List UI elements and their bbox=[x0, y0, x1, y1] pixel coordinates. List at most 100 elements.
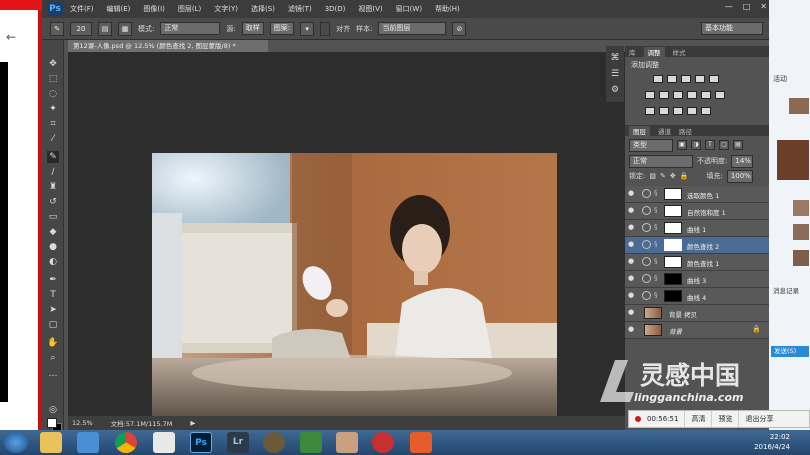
type-tool-icon[interactable]: T bbox=[47, 289, 59, 301]
quick-mask-icon[interactable]: ◎ bbox=[47, 404, 59, 416]
aligned-checkbox[interactable] bbox=[320, 21, 331, 36]
marquee-tool-icon[interactable]: ⬚ bbox=[47, 73, 59, 85]
photo-filter-icon[interactable] bbox=[687, 91, 697, 99]
mask-link-icon[interactable]: § bbox=[654, 274, 662, 282]
canvas-area[interactable] bbox=[68, 52, 625, 423]
exit-share-button[interactable]: 退出分享 bbox=[739, 411, 779, 427]
visibility-eye-icon[interactable]: ● bbox=[628, 274, 638, 282]
eraser-tool-icon[interactable]: ▭ bbox=[47, 211, 59, 223]
source-pattern-radio[interactable]: 图案: bbox=[269, 22, 295, 35]
photoshop-taskbar-icon[interactable]: Ps bbox=[190, 432, 212, 453]
layer-mask-thumbnail[interactable] bbox=[664, 205, 682, 217]
chrome-icon[interactable] bbox=[115, 432, 137, 453]
visibility-eye-icon[interactable]: ● bbox=[628, 206, 638, 214]
mask-link-icon[interactable]: § bbox=[654, 206, 662, 214]
brush-size-picker[interactable]: 20 bbox=[70, 21, 92, 36]
menu-help[interactable]: 帮助(H) bbox=[435, 4, 460, 14]
contact-avatar[interactable] bbox=[793, 250, 809, 266]
mask-link-icon[interactable]: § bbox=[654, 257, 662, 265]
clone-source-panel-icon[interactable]: ⚙ bbox=[609, 84, 621, 96]
menu-view[interactable]: 视图(V) bbox=[358, 4, 382, 14]
blur-tool-icon[interactable]: ● bbox=[47, 241, 59, 253]
layer-name[interactable]: 选取颜色 1 bbox=[687, 190, 719, 200]
layer-thumbnail[interactable] bbox=[644, 324, 662, 336]
contact-avatar[interactable] bbox=[789, 98, 809, 114]
layer-mask-thumbnail[interactable] bbox=[664, 256, 682, 268]
zoom-level[interactable]: 12.5% bbox=[72, 419, 93, 427]
clone-stamp-icon[interactable]: ♜ bbox=[47, 181, 59, 193]
layer-row[interactable]: ● § 曲线 4 bbox=[625, 288, 769, 305]
menu-filter[interactable]: 滤镜(T) bbox=[288, 4, 312, 14]
vibrance-icon[interactable] bbox=[709, 75, 719, 83]
zoom-tool-icon[interactable]: ⌕ bbox=[47, 352, 59, 364]
layer-name[interactable]: 颜色查找 1 bbox=[687, 258, 719, 268]
menu-window[interactable]: 窗口(W) bbox=[396, 4, 422, 14]
status-menu-arrow-icon[interactable]: ▶ bbox=[190, 419, 195, 427]
hd-button[interactable]: 高清 bbox=[685, 411, 713, 427]
menu-edit[interactable]: 编辑(E) bbox=[107, 4, 131, 14]
tab-libraries[interactable]: 库 bbox=[629, 47, 636, 57]
rectangle-tool-icon[interactable]: ▢ bbox=[47, 319, 59, 331]
history-brush-icon[interactable]: ↺ bbox=[47, 196, 59, 208]
mask-link-icon[interactable]: § bbox=[654, 189, 662, 197]
invert-icon[interactable] bbox=[645, 107, 655, 115]
player-icon[interactable] bbox=[372, 432, 394, 453]
lock-all-icon[interactable]: 🔒 bbox=[680, 172, 689, 180]
message-history-link[interactable]: 消息记录 bbox=[773, 285, 799, 295]
eyedropper-tool-icon[interactable]: ⁄ bbox=[47, 133, 59, 145]
source-sampled-radio[interactable]: 取样 bbox=[241, 22, 264, 35]
layer-name[interactable]: 曲线 3 bbox=[687, 275, 706, 285]
tab-paths[interactable]: 路径 bbox=[679, 126, 692, 136]
black-white-icon[interactable] bbox=[673, 91, 683, 99]
layer-mask-thumbnail[interactable] bbox=[664, 188, 682, 200]
toggle-clone-source-icon[interactable]: ▦ bbox=[118, 21, 132, 36]
minimize-button[interactable]: — bbox=[725, 2, 733, 11]
lock-position-icon[interactable]: ✥ bbox=[670, 172, 676, 180]
contact-avatar[interactable] bbox=[793, 200, 809, 216]
brightness-icon[interactable] bbox=[653, 75, 663, 83]
visibility-eye-icon[interactable]: ● bbox=[628, 308, 638, 316]
preview-button[interactable]: 预览 bbox=[712, 411, 740, 427]
document-tab[interactable]: 第12课-人像.psd @ 12.5% (颜色查找 2, 图层蒙版/8) * bbox=[68, 40, 268, 52]
layer-row-selected[interactable]: ● § 颜色查找 2 bbox=[625, 237, 769, 254]
visibility-eye-icon[interactable]: ● bbox=[628, 325, 638, 333]
layer-name[interactable]: 背景 bbox=[669, 326, 682, 336]
back-arrow-icon[interactable]: ← bbox=[6, 30, 16, 44]
properties-panel-icon[interactable]: ☰ bbox=[609, 68, 621, 80]
channel-mixer-icon[interactable] bbox=[701, 91, 711, 99]
image-viewer-icon[interactable] bbox=[300, 432, 322, 453]
layer-name[interactable]: 颜色查找 2 bbox=[687, 241, 719, 251]
explorer-icon[interactable] bbox=[40, 432, 62, 453]
gradient-map-icon[interactable] bbox=[701, 107, 711, 115]
layer-mask-thumbnail[interactable] bbox=[664, 273, 682, 285]
posterize-icon[interactable] bbox=[659, 107, 669, 115]
visibility-eye-icon[interactable]: ● bbox=[628, 257, 638, 265]
dodge-tool-icon[interactable]: ◐ bbox=[47, 256, 59, 268]
path-select-tool-icon[interactable]: ➤ bbox=[47, 304, 59, 316]
threshold-icon[interactable] bbox=[673, 107, 683, 115]
visibility-eye-icon[interactable]: ● bbox=[628, 291, 638, 299]
layer-row[interactable]: ● § 曲线 1 bbox=[625, 220, 769, 237]
smart-object-filter-icon[interactable]: ▤ bbox=[733, 140, 743, 150]
tab-layers[interactable]: 图层 bbox=[629, 125, 650, 136]
media-player-icon[interactable] bbox=[77, 432, 99, 453]
system-clock[interactable]: 22:02 2016/4/24 bbox=[754, 432, 790, 452]
menu-select[interactable]: 选择(S) bbox=[251, 4, 275, 14]
brush-tool-icon[interactable]: ∕ bbox=[47, 166, 59, 178]
layer-filter-select[interactable]: 类型 bbox=[629, 138, 673, 152]
visibility-eye-icon[interactable]: ● bbox=[628, 223, 638, 231]
tab-adjustments[interactable]: 调整 bbox=[643, 46, 665, 57]
layer-name[interactable]: 曲线 1 bbox=[687, 224, 706, 234]
close-button[interactable]: ✕ bbox=[760, 2, 767, 11]
healing-brush-tool-icon[interactable]: ✎ bbox=[47, 151, 59, 163]
chat-app-icon[interactable] bbox=[410, 432, 432, 453]
fill-input[interactable]: 100% bbox=[726, 169, 753, 183]
paint-bucket-icon[interactable]: ◆ bbox=[47, 226, 59, 238]
layer-name[interactable]: 背景 拷贝 bbox=[669, 309, 697, 319]
layer-row[interactable]: ● § 选取颜色 1 bbox=[625, 186, 769, 203]
color-balance-icon[interactable] bbox=[659, 91, 669, 99]
layer-name[interactable]: 自然饱和度 1 bbox=[687, 207, 726, 217]
layer-row[interactable]: ● 背景 🔒 bbox=[625, 322, 769, 339]
pattern-picker[interactable]: ▾ bbox=[300, 21, 315, 36]
adjustment-filter-icon[interactable]: ◑ bbox=[691, 140, 701, 150]
